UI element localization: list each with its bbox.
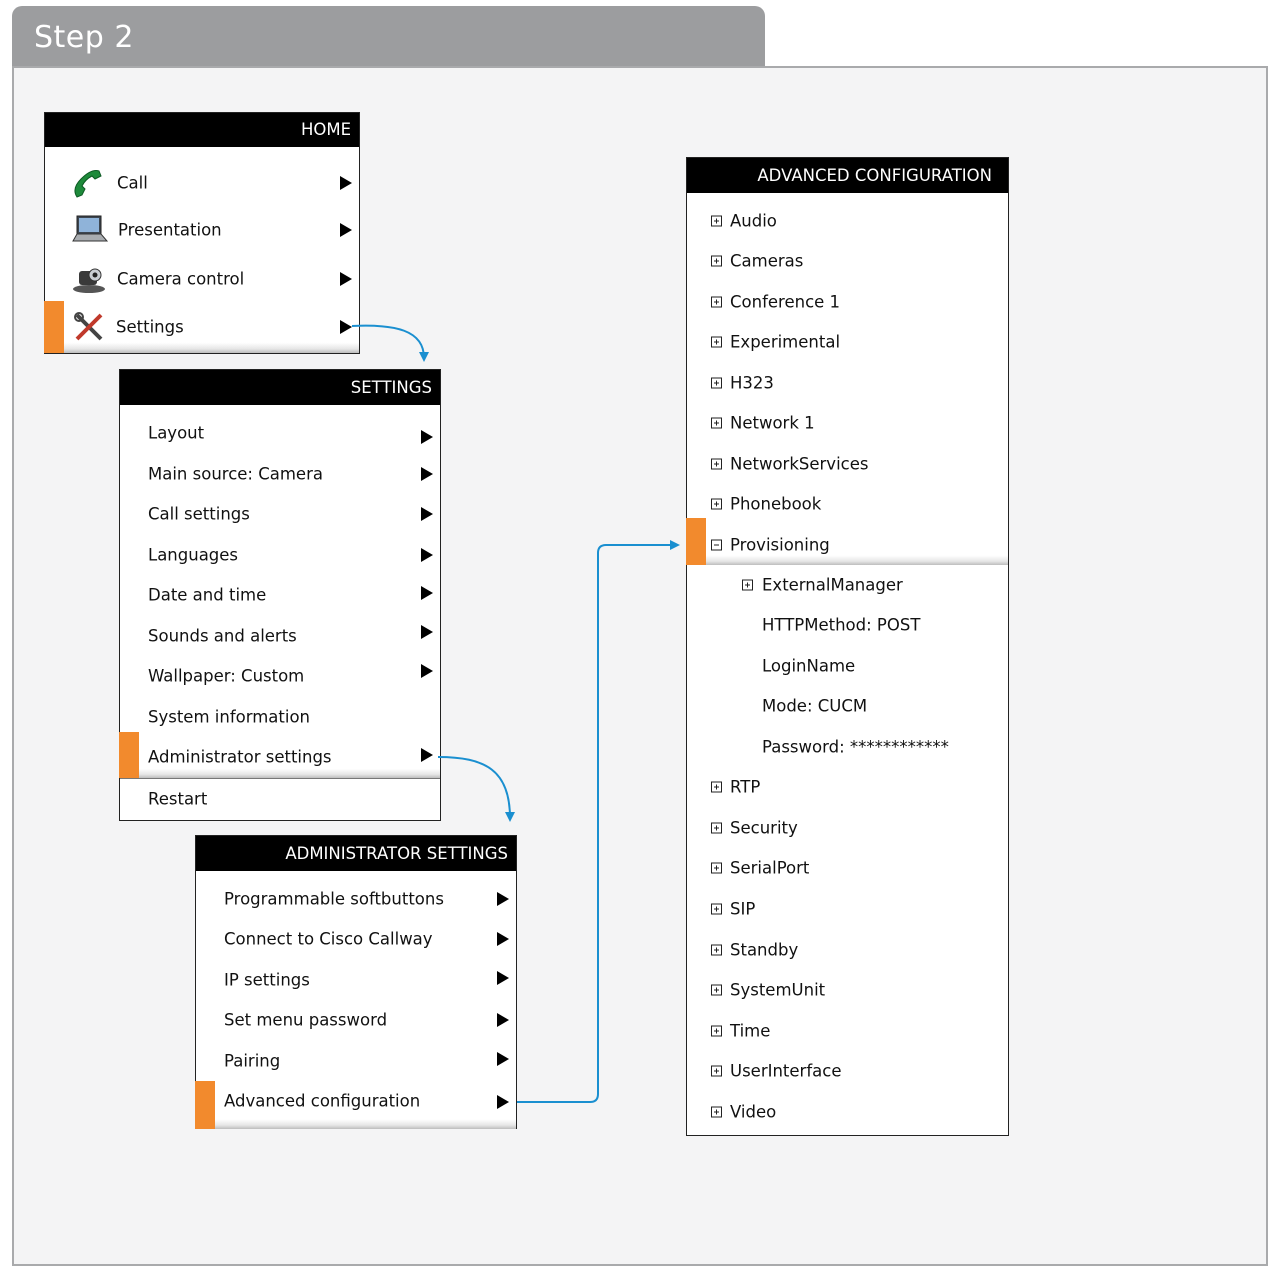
connector-home-to-settings	[351, 324, 429, 362]
connector-admin-to-advanced	[517, 540, 680, 1103]
connector-settings-to-admin	[437, 756, 515, 822]
connector-arrows	[351, 324, 680, 1103]
